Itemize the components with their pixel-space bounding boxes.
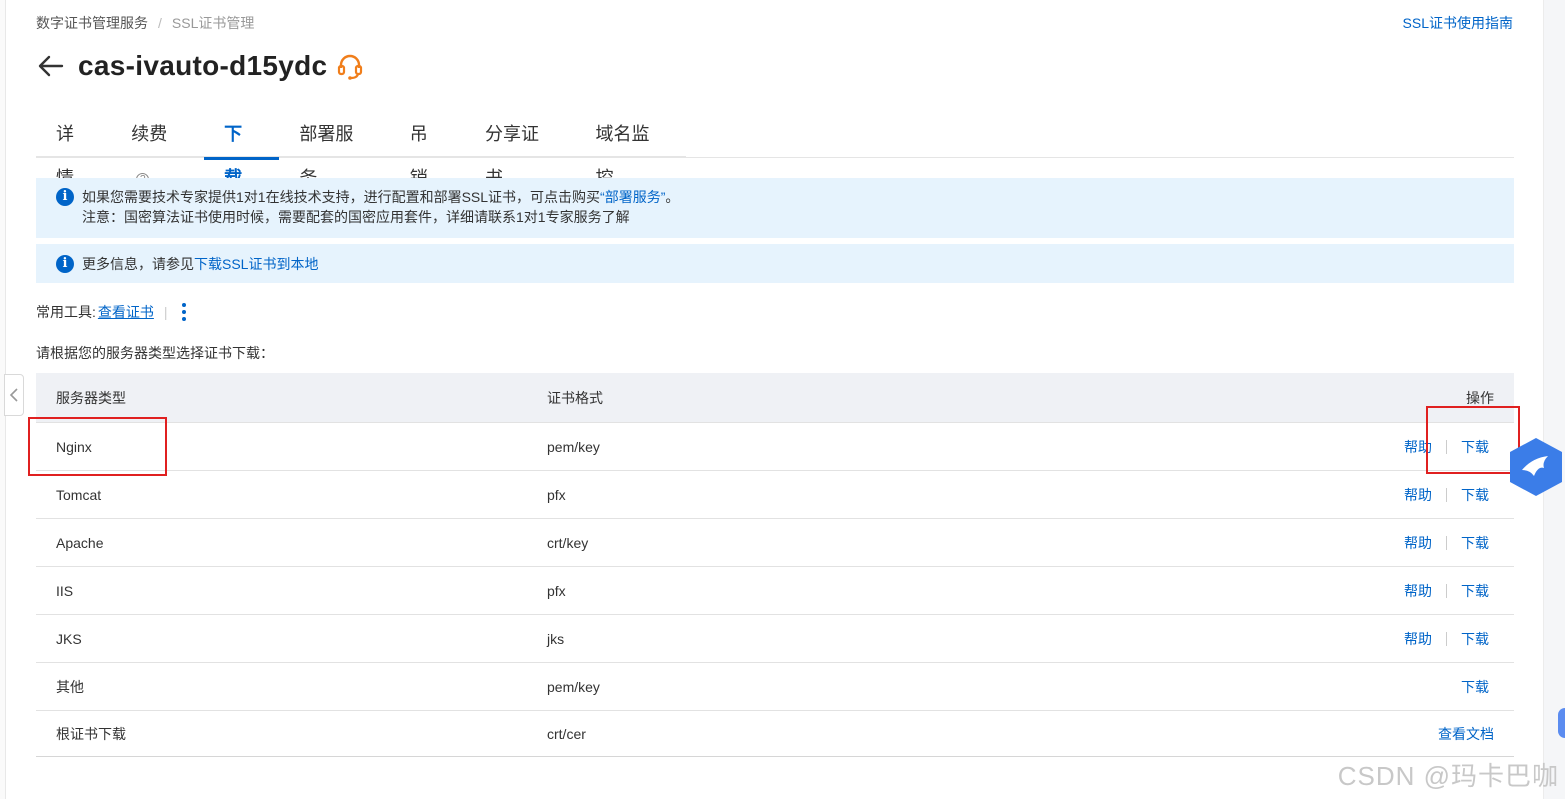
divider [1446,583,1447,598]
help-link[interactable]: 帮助 [1404,485,1432,505]
cell-format: pfx [547,486,566,503]
highlight-box-nginx [28,417,167,476]
headset-icon[interactable] [335,51,365,81]
bird-badge-icon[interactable] [1508,436,1565,498]
table-row: 其他 pem/key 下载 [36,663,1514,711]
side-float-button[interactable] [1558,708,1565,738]
header-server-type: 服务器类型 [56,389,126,406]
download-prompt: 请根据您的服务器类型选择证书下载： [36,345,274,361]
collapse-sidebar-button[interactable] [4,374,24,416]
notice-tech-support: i 如果您需要技术专家提供1对1在线技术支持，进行配置和部署SSL证书，可点击购… [36,178,1514,238]
notice-line-2: 注意：国密算法证书使用时候，需要配套的国密应用套件，详细请联系1对1专家服务了解 [82,209,630,225]
chevron-left-icon [9,388,18,402]
cell-format: crt/cer [547,725,586,742]
page-title: cas-ivauto-d15ydc [78,50,328,81]
notice-more-info: i 更多信息，请参见下载SSL证书到本地 [36,244,1514,283]
cell-actions: 帮助 下载 [1247,533,1514,553]
cell-actions: 帮助 下载 [1247,485,1514,505]
divider [1446,487,1447,502]
table-row: Apache crt/key 帮助 下载 [36,519,1514,567]
breadcrumb-separator: / [158,15,162,31]
notice-text-end: 。 [665,189,680,205]
cell-actions: 查看文档 [1247,724,1514,744]
info-icon: i [56,255,74,273]
vertical-dots-icon[interactable] [181,303,186,321]
divider [1446,631,1447,646]
tab-domain-monitor[interactable]: 域名监控 [576,112,686,188]
cell-server: JKS [56,630,82,647]
server-type-table: 服务器类型 证书格式 操作 Nginx pem/key 帮助 下载 Tomcat … [36,373,1514,757]
breadcrumb-current: SSL证书管理 [171,15,255,31]
cell-format: pfx [547,582,566,599]
watermark: CSDN @玛卡巴咖 [1337,761,1559,791]
arrow-left-icon[interactable] [36,51,66,81]
highlight-box-download [1426,406,1520,474]
tab-share-cert[interactable]: 分享证书 [465,112,575,188]
tab-deploy-service[interactable]: 部署服务 [279,112,389,188]
table-row: Tomcat pfx 帮助 下载 [36,471,1514,519]
table-row: IIS pfx 帮助 下载 [36,567,1514,615]
help-link[interactable]: 帮助 [1404,629,1432,649]
help-link[interactable]: 帮助 [1404,533,1432,553]
tab-list: 详情 续费? 下载 部署服务 吊销 分享证书 域名监控 [36,112,686,188]
tools-label: 常用工具: [36,304,96,320]
header-cert-format: 证书格式 [547,389,603,406]
download-link[interactable]: 下载 [1461,581,1489,601]
tab-revoke[interactable]: 吊销 [390,112,465,188]
cell-server: 根证书下载 [56,725,126,742]
cell-server: Tomcat [56,486,102,503]
help-link[interactable]: 帮助 [1404,581,1432,601]
right-scroll-edge [1543,0,1565,799]
view-docs-link[interactable]: 查看文档 [1438,724,1494,744]
deploy-service-link[interactable]: “部署服务” [600,189,665,205]
cell-format: pem/key [547,438,600,455]
header-actions: 操作 [1466,389,1494,406]
download-link[interactable]: 下载 [1461,629,1489,649]
breadcrumb-parent[interactable]: 数字证书管理服务 [36,15,148,31]
tab-download[interactable]: 下载 [204,112,280,188]
cell-server: 其他 [56,678,84,695]
ssl-guide-link[interactable]: SSL证书使用指南 [1403,13,1513,33]
tab-details[interactable]: 详情 [36,112,111,188]
table-row: 根证书下载 crt/cer 查看文档 [36,711,1514,757]
notice-text: 更多信息，请参见 [82,256,194,272]
cell-server: Apache [56,534,104,551]
title-row: cas-ivauto-d15ydc [36,46,365,86]
notice-text: 如果您需要技术专家提供1对1在线技术支持，进行配置和部署SSL证书，可点击购买 [82,189,601,205]
cell-format: pem/key [547,678,600,695]
info-icon: i [56,188,74,206]
tab-label: 续费 [131,124,168,144]
download-ssl-local-link[interactable]: 下载SSL证书到本地 [194,256,318,272]
cell-format: jks [547,630,565,647]
cell-actions: 下载 [1247,677,1514,697]
download-link[interactable]: 下载 [1461,677,1489,697]
tab-renew[interactable]: 续费? [111,112,204,186]
cell-server: IIS [56,582,74,599]
notice-line-1: 如果您需要技术专家提供1对1在线技术支持，进行配置和部署SSL证书，可点击购买“… [82,187,1514,207]
divider: | [163,304,168,320]
table-row: JKS jks 帮助 下载 [36,615,1514,663]
common-tools: 常用工具: 查看证书 | [36,301,186,323]
tab-bar: 详情 续费? 下载 部署服务 吊销 分享证书 域名监控 [36,112,1514,188]
cell-actions: 帮助 下载 [1247,629,1514,649]
breadcrumb: 数字证书管理服务 / SSL证书管理 [36,13,254,33]
table-header: 服务器类型 证书格式 操作 [36,373,1514,423]
cell-actions: 帮助 下载 [1247,581,1514,601]
cell-format: crt/key [547,534,589,551]
divider [1446,535,1447,550]
view-cert-link[interactable]: 查看证书 [98,302,154,322]
table-row: Nginx pem/key 帮助 下载 [36,423,1514,471]
download-link[interactable]: 下载 [1461,533,1489,553]
download-link[interactable]: 下载 [1461,485,1489,505]
